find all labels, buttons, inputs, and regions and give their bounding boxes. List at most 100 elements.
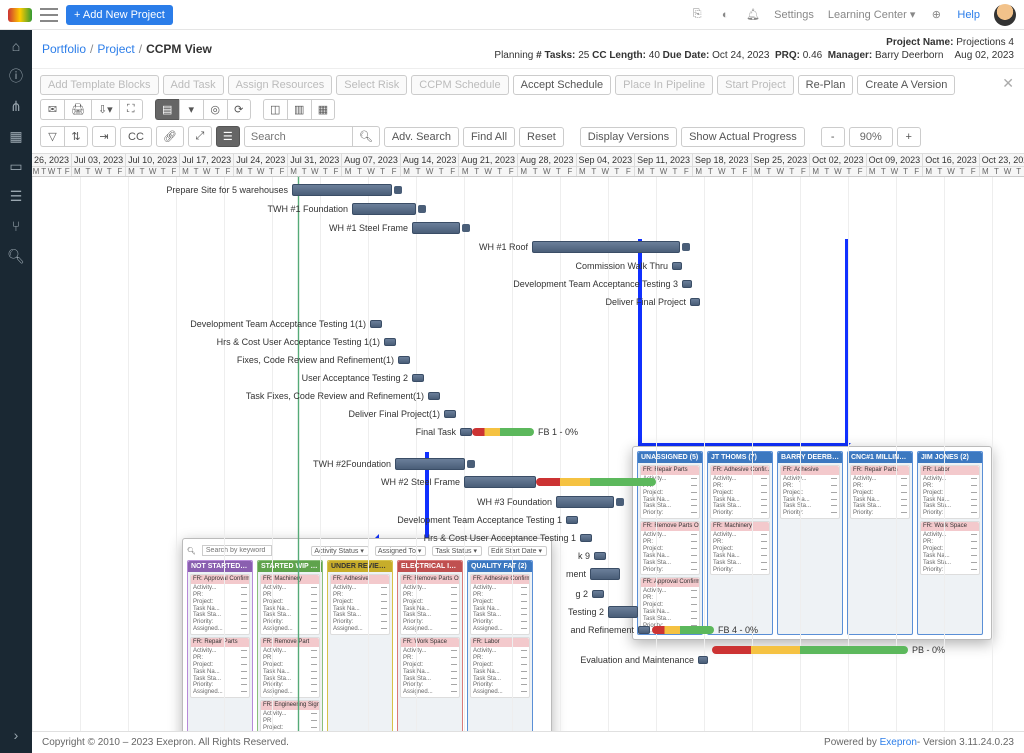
view-mode-2-button[interactable]: ▾ [179, 99, 203, 120]
kanban-card[interactable]: FR: Adhesive Confirm...Activity...—PR:—P… [470, 574, 530, 635]
expand-icon[interactable]: ⤢ [188, 126, 212, 147]
gantt-task[interactable]: Hrs & Cost User Acceptance Testing 1(1) [384, 335, 396, 349]
kanban-column[interactable]: UNDER REVIEW (1)FR: AdhesiveActivity...—… [327, 560, 393, 731]
gantt-task[interactable]: and Refinement [638, 623, 650, 637]
home-icon[interactable]: ⌂ [8, 38, 24, 54]
gantt-task[interactable]: Final Task [460, 425, 472, 439]
settings-link[interactable]: Settings [774, 9, 814, 21]
cc-button[interactable]: CC [120, 127, 152, 147]
kanban-card[interactable]: FR: LaborActivity...—PR:—Project:—Task N… [920, 465, 980, 519]
assigned-to-filter[interactable]: Assigned To ▾ [375, 546, 426, 556]
gantt-task[interactable]: g 2 [592, 587, 604, 601]
task-bar[interactable] [464, 476, 536, 488]
gantt-task[interactable]: Development Team Acceptance Testing 1(1) [370, 317, 382, 331]
task-bar[interactable] [412, 374, 424, 382]
task-bar[interactable] [444, 410, 456, 418]
accept-schedule-button[interactable]: Accept Schedule [513, 75, 612, 95]
task-bar[interactable] [682, 280, 692, 288]
task-bar[interactable] [638, 626, 650, 634]
reset-button[interactable]: Reset [519, 127, 564, 147]
gantt-task[interactable]: Evaluation and Maintenance [698, 653, 708, 667]
help-link[interactable]: Help [957, 9, 980, 21]
search-go-icon[interactable]: 🔍︎ [352, 126, 380, 147]
task-status-filter[interactable]: Task Status ▾ [432, 546, 482, 556]
gantt-task[interactable]: User Acceptance Testing 2 [412, 371, 424, 385]
kanban-card[interactable]: FR: MachineryActivity...—PR:—Project:—Ta… [260, 574, 320, 635]
bell-icon[interactable]: 🔔︎ [746, 8, 760, 22]
kanban-card[interactable]: FR: MachineryActivity...—PR:—Project:—Ta… [710, 521, 770, 575]
filter-icon[interactable]: ▽ [40, 126, 64, 147]
task-bar[interactable] [690, 298, 700, 306]
kanban-column[interactable]: QUALITY FAT (2)FR: Adhesive Confirm...Ac… [467, 560, 533, 731]
search-icon[interactable]: 🔍︎ [8, 248, 24, 264]
zoom-out-button[interactable]: - [821, 127, 845, 147]
gantt-task[interactable]: Fixes, Code Review and Refinement(1) [398, 353, 410, 367]
replan-button[interactable]: Re-Plan [798, 75, 854, 95]
expand-sidebar-icon[interactable]: › [8, 727, 24, 743]
gantt-task[interactable]: Commission Walk Thru [672, 259, 682, 273]
kanban-column[interactable]: CNC#1 MILLING (0)FR: Repair PartsActivit… [847, 451, 913, 635]
task-bar[interactable] [428, 392, 440, 400]
refresh-icon[interactable]: ⟳ [227, 99, 251, 120]
theme-icon[interactable]: ◐ [718, 8, 732, 22]
gantt-body[interactable]: 🔍︎ Activity Status ▾ Assigned To ▾ Task … [32, 177, 1024, 731]
layout-1-button[interactable]: ◫ [263, 99, 287, 120]
brand-link[interactable]: Exepron [880, 737, 917, 748]
task-bar[interactable] [532, 241, 680, 253]
task-bar[interactable] [698, 656, 708, 664]
task-bar[interactable] [672, 262, 682, 270]
task-bar[interactable] [352, 203, 416, 215]
kanban-resource-panel[interactable]: UNASSIGNED (5)FR: Repair PartsActivity..… [632, 446, 992, 640]
edit-start-date-filter[interactable]: Edit Start Date ▾ [488, 546, 547, 556]
kanban-card[interactable]: FR: Repair PartsActivity...—PR:—Project:… [850, 465, 910, 519]
kanban-column[interactable]: STARTED WIP (3)FR: MachineryActivity...—… [257, 560, 323, 731]
task-bar[interactable] [460, 428, 472, 436]
task-bar[interactable] [608, 606, 638, 618]
close-panel-icon[interactable]: ✕ [1002, 75, 1014, 92]
layout-2-button[interactable]: ▥ [287, 99, 311, 120]
info-icon[interactable]: ⓘ [8, 68, 24, 84]
gantt-task[interactable]: TWH #1 Foundation [352, 202, 426, 216]
task-bar[interactable] [292, 184, 392, 196]
fullscreen-icon[interactable]: ⛶ [119, 99, 143, 120]
gantt-task[interactable]: WH #1 Steel Frame [412, 221, 470, 235]
zoom-in-button[interactable]: + [897, 127, 921, 147]
kanban-card[interactable]: FR: Remove Parts OffActivity...—PR:—Proj… [640, 521, 700, 575]
gantt-task[interactable]: WH #3 Foundation [556, 495, 624, 509]
kanban-card[interactable]: FR: LaborActivity...—PR:—Project:—Task N… [470, 637, 530, 698]
gantt-task[interactable]: Prepare Site for 5 warehouses [292, 183, 402, 197]
buffer-row[interactable]: FB 1 - 0% [472, 425, 578, 439]
audit-icon[interactable]: ⎘ [690, 8, 704, 22]
task-bar[interactable] [590, 568, 620, 580]
crumb-portfolio[interactable]: Portfolio [42, 42, 86, 56]
kanban-card[interactable]: FR: Remove PartActivity...—PR:—Project:—… [260, 637, 320, 698]
kanban-card[interactable]: FR: Work SpaceActivity...—PR:—Project:—T… [920, 521, 980, 575]
buffer-bar[interactable] [536, 478, 656, 486]
gantt-task[interactable]: Hrs & Cost User Acceptance Testing 1 [580, 531, 592, 545]
link-icon[interactable]: 🔗︎ [156, 126, 184, 147]
print-icon[interactable]: 🖨︎ [64, 99, 91, 120]
lifebuoy-icon[interactable]: ⊕ [929, 8, 943, 22]
indent-icon[interactable]: ⇥ [92, 126, 116, 147]
kanban-card[interactable]: FR: Adhesive Confir...Activity...—PR:—Pr… [710, 465, 770, 519]
adv-search-button[interactable]: Adv. Search [384, 127, 459, 147]
view-mode-3-button[interactable]: ◎ [203, 99, 227, 120]
learning-center-link[interactable]: Learning Center ▾ [828, 8, 915, 21]
gantt-task[interactable]: Deliver Final Project(1) [444, 407, 456, 421]
task-bar[interactable] [556, 496, 614, 508]
create-version-button[interactable]: Create A Version [857, 75, 955, 95]
gantt-task[interactable]: Task Fixes, Code Review and Refinement(1… [428, 389, 440, 403]
gantt-task[interactable]: ment [590, 567, 620, 581]
kanban-card[interactable]: FR: Engineering Sign...Activity...—PR:—P… [260, 700, 320, 731]
find-all-button[interactable]: Find All [463, 127, 515, 147]
kanban-status-panel[interactable]: 🔍︎ Activity Status ▾ Assigned To ▾ Task … [182, 538, 552, 731]
search-input[interactable] [244, 126, 352, 147]
display-versions-button[interactable]: Display Versions [580, 127, 677, 147]
kanban-column[interactable]: JIM JONES (2)FR: LaborActivity...—PR:—Pr… [917, 451, 983, 635]
mail-icon[interactable]: ✉ [40, 99, 64, 120]
table-icon[interactable]: ☰ [8, 188, 24, 204]
kanban-card[interactable]: FR: AdhesiveActivity...—PR:—Project:—Tas… [330, 574, 390, 635]
kanban-card[interactable]: FR: Work SpaceActivity...—PR:—Project:—T… [400, 637, 460, 698]
task-bar[interactable] [384, 338, 396, 346]
task-bar[interactable] [580, 534, 592, 542]
